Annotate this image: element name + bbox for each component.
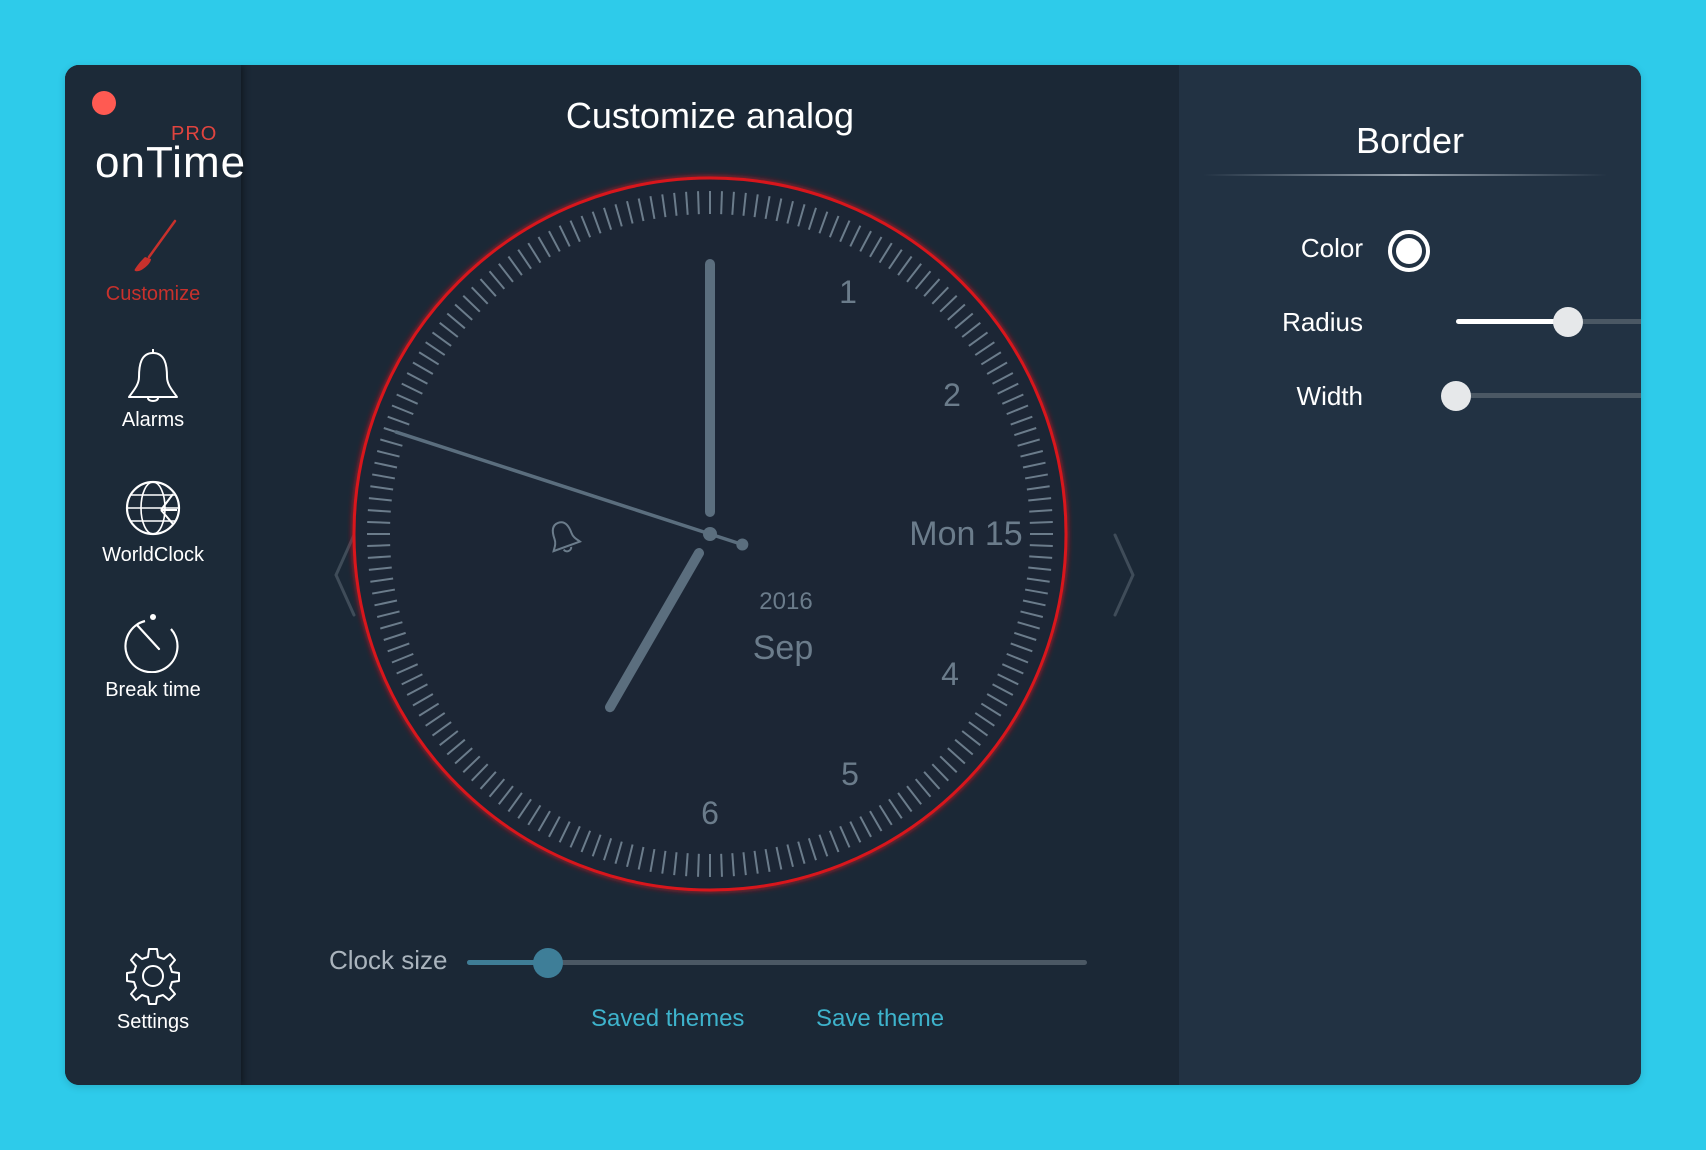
clock-date-label: Mon 15 xyxy=(909,515,1022,553)
width-label: Width xyxy=(1296,381,1363,411)
clock-tick xyxy=(1029,521,1053,524)
clock-numeral-4: 4 xyxy=(941,656,959,692)
brush-icon xyxy=(134,219,177,272)
gear-icon xyxy=(126,948,180,1005)
clock-month-label: Sep xyxy=(753,629,814,667)
radius-slider-thumb[interactable] xyxy=(1553,307,1584,337)
radius-label: Radius xyxy=(1282,307,1363,337)
bell-icon xyxy=(128,349,178,402)
sidebar-item-customize[interactable]: Customize xyxy=(65,217,241,306)
close-button[interactable] xyxy=(92,91,116,115)
clock-size-slider-thumb[interactable] xyxy=(532,948,563,978)
sidebar-item-label: Customize xyxy=(105,283,201,305)
sidebar-item-label: Break time xyxy=(105,679,201,701)
main-area: Customize analog 1 2 4 5 6 Mon 15 2016 S… xyxy=(241,65,1179,1085)
logo-brand-text: onTime xyxy=(95,138,247,187)
sidebar: PRO onTime Customize Alarms WorldClock B… xyxy=(65,65,245,1085)
clock-numeral-6: 6 xyxy=(701,795,719,831)
border-color-swatch-fill xyxy=(1396,238,1422,264)
app-logo: PRO onTime xyxy=(95,123,245,193)
clock-size-control: Clock size xyxy=(329,940,1109,980)
saved-themes-link[interactable]: Saved themes xyxy=(591,1005,744,1033)
clock-tick xyxy=(367,521,391,524)
clock-tick xyxy=(720,191,723,215)
sidebar-item-alarms[interactable]: Alarms xyxy=(65,343,241,432)
sidebar-item-label: Settings xyxy=(116,1011,190,1033)
clock-tick xyxy=(697,191,700,215)
border-color-swatch[interactable] xyxy=(1388,230,1430,272)
clock-numeral-1: 1 xyxy=(839,274,857,310)
save-theme-link[interactable]: Save theme xyxy=(816,1005,944,1033)
clock-second-tail-dot xyxy=(736,538,749,551)
width-slider-thumb[interactable] xyxy=(1441,381,1471,411)
sidebar-item-label: Alarms xyxy=(121,409,185,431)
sidebar-item-settings[interactable]: Settings xyxy=(65,945,241,1034)
app-window: PRO onTime Customize Alarms WorldClock B… xyxy=(65,65,1641,1085)
clock-numeral-2: 2 xyxy=(943,377,961,413)
sidebar-item-worldclock[interactable]: WorldClock xyxy=(65,478,241,567)
clock-size-label: Clock size xyxy=(329,945,448,975)
panel-divider xyxy=(1203,174,1607,176)
clock-tick xyxy=(367,544,391,547)
width-slider-track[interactable] xyxy=(1456,393,1641,398)
radius-slider-fill xyxy=(1456,319,1569,324)
sidebar-item-break-time[interactable]: Break time xyxy=(65,613,241,702)
clock-numeral-5: 5 xyxy=(841,756,859,792)
globe-icon xyxy=(125,480,181,536)
clock-tick xyxy=(720,853,723,877)
clock-center-cap xyxy=(703,527,717,541)
color-label: Color xyxy=(1300,233,1363,263)
clock-tick xyxy=(697,853,700,877)
panel-title: Border xyxy=(1355,120,1465,161)
analog-clock: 1 2 4 5 6 Mon 15 2016 Sep xyxy=(352,176,1068,892)
sidebar-item-label: WorldClock xyxy=(102,544,204,566)
border-settings-panel: Border Color Radius Width xyxy=(1179,65,1641,1085)
clock-tick xyxy=(1029,544,1053,547)
stopwatch-icon xyxy=(124,614,179,673)
clock-year-label: 2016 xyxy=(759,588,812,615)
